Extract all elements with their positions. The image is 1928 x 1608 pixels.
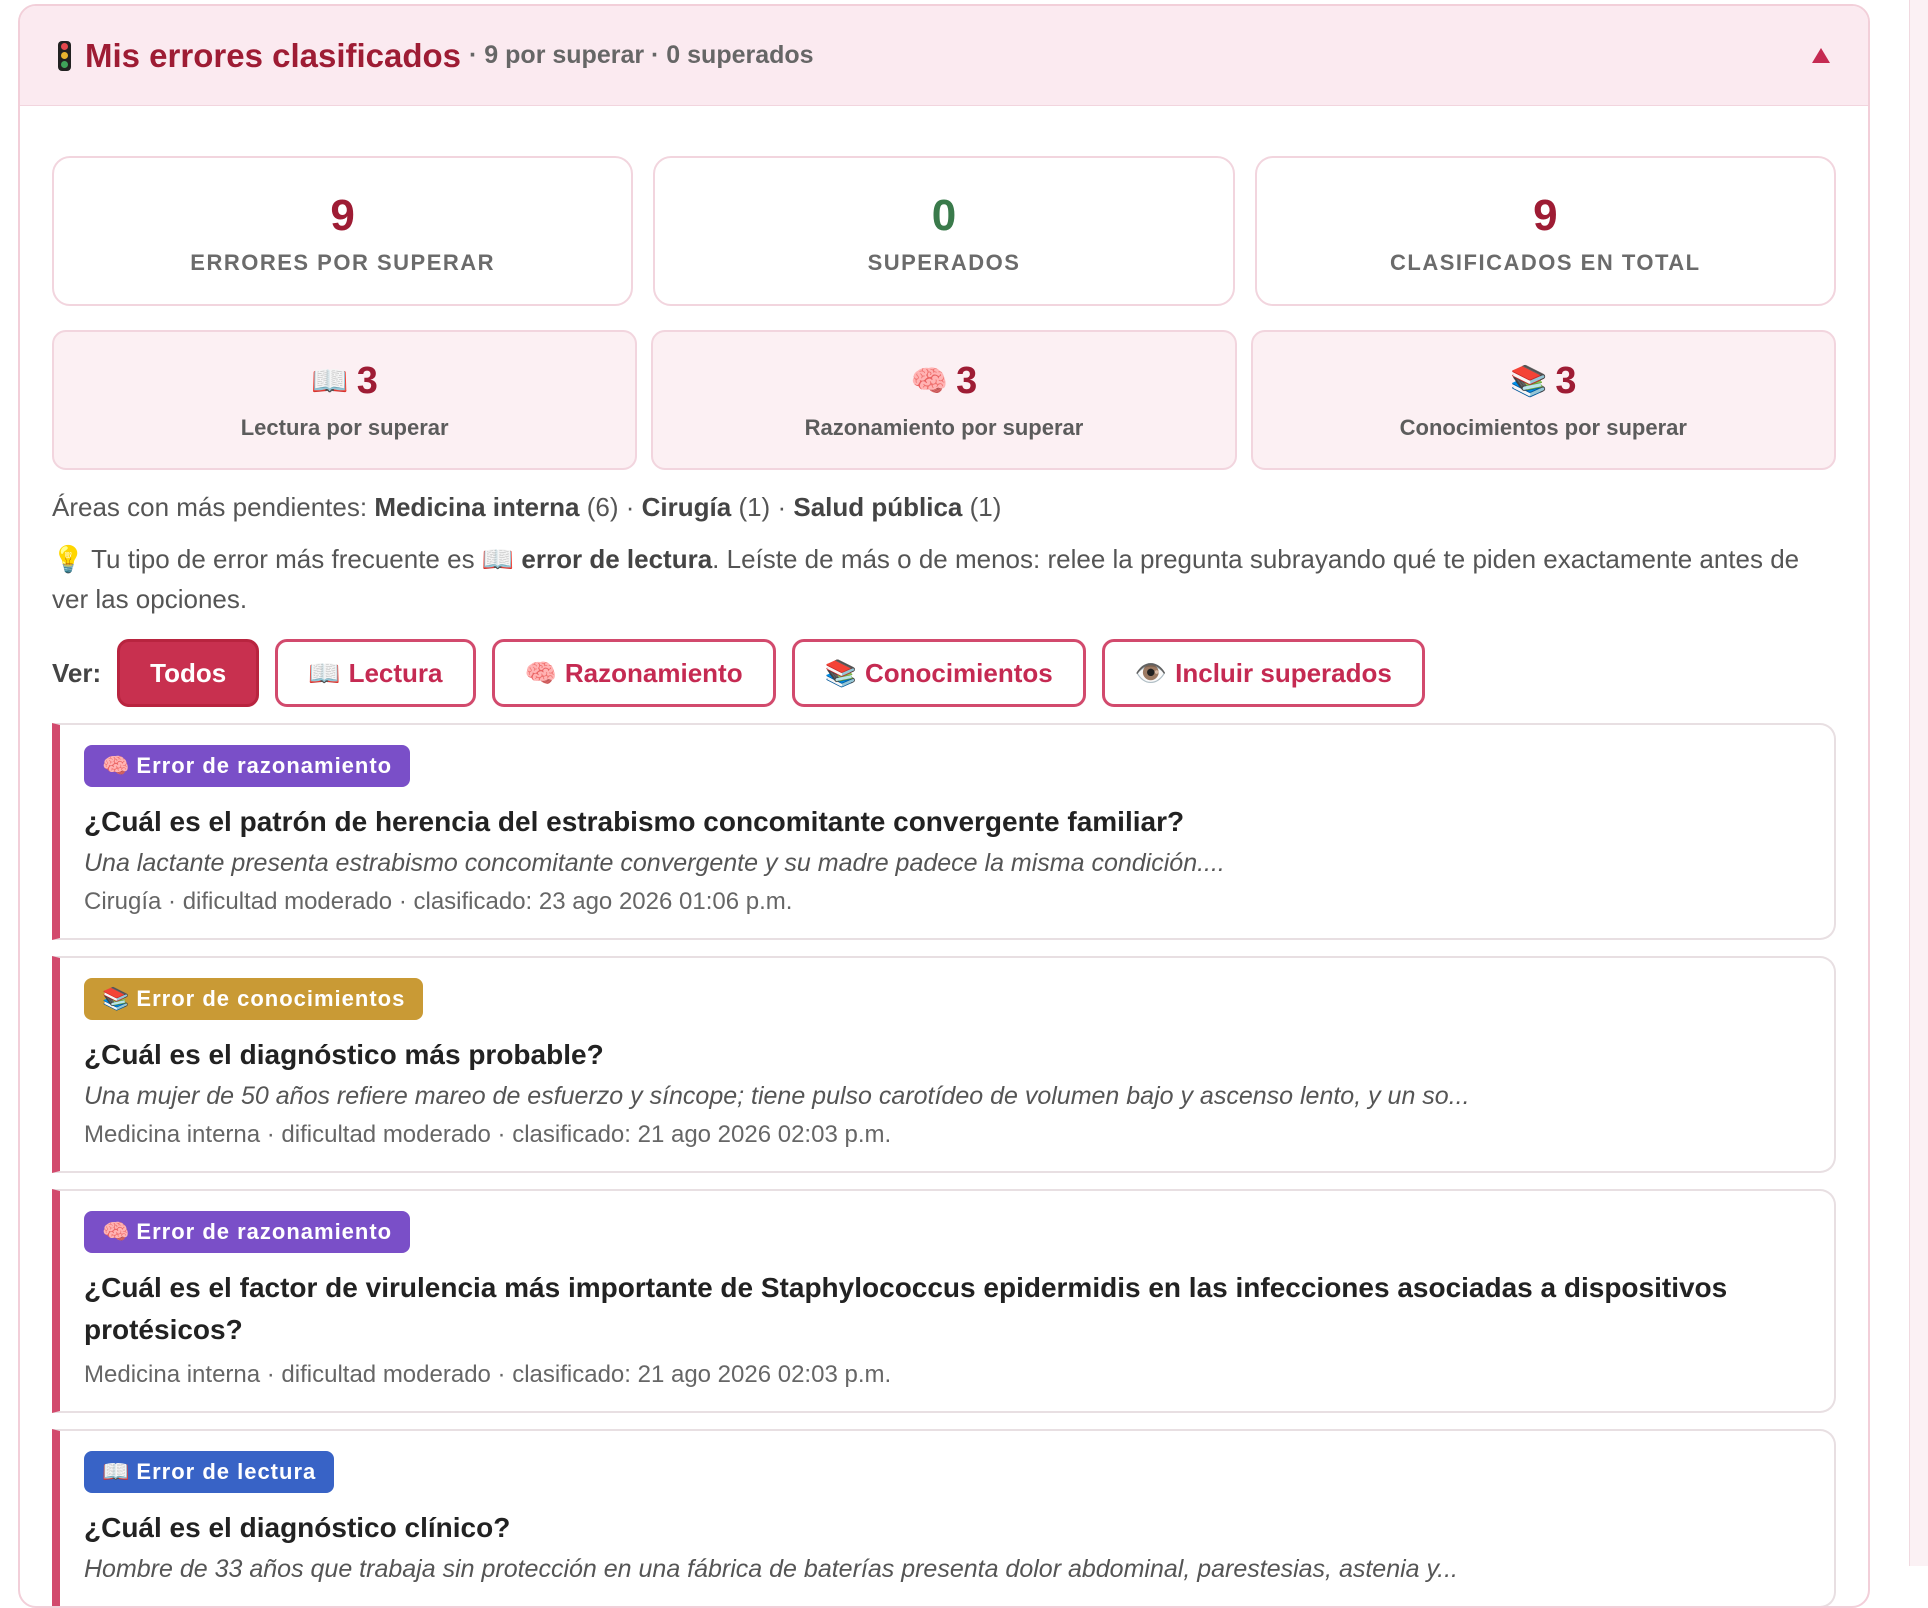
area-name: Cirugía	[641, 492, 732, 522]
question-excerpt: Una mujer de 50 años refiere mareo de es…	[84, 1082, 1470, 1110]
type-label: Conocimientos por superar	[1399, 414, 1687, 440]
types-row: 📖 3 Lectura por superar 🧠 3 Razonamiento…	[52, 330, 1836, 470]
brain-icon: 🧠	[524, 657, 557, 688]
error-type-badge: 🧠 Error de razonamiento	[84, 745, 411, 787]
tip-prefix: Tu tipo de error más frecuente es	[91, 544, 475, 574]
stat-card-passed: 0 SUPERADOS	[653, 156, 1235, 306]
error-item[interactable]: 📖 Error de lectura ¿Cuál es el diagnósti…	[52, 1429, 1836, 1606]
classified-errors-panel: Mis errores clasificados · 9 por superar…	[18, 4, 1870, 1608]
traffic-light-icon	[58, 40, 71, 71]
open-book-icon: 📖	[102, 1459, 131, 1484]
stat-label: CLASIFICADOS EN TOTAL	[1390, 250, 1701, 275]
area-name: Medicina interna	[374, 492, 580, 522]
stat-value: 9	[1533, 191, 1558, 240]
stat-label: ERRORES POR SUPERAR	[190, 250, 496, 275]
badge-label: Error de conocimientos	[136, 986, 406, 1011]
question-meta: Cirugía · dificultad moderado · clasific…	[84, 888, 793, 915]
side-scroll-strip	[1909, 0, 1928, 1566]
stat-value: 9	[330, 191, 355, 240]
filter-button-label: Lectura	[348, 657, 443, 688]
brain-icon: 🧠	[102, 1219, 131, 1244]
brain-icon: 🧠	[910, 364, 949, 398]
error-type-badge: 🧠 Error de razonamiento	[84, 1211, 411, 1253]
area-name: Salud pública	[793, 492, 963, 522]
badge-label: Error de lectura	[136, 1459, 317, 1484]
stats-row: 9 ERRORES POR SUPERAR 0 SUPERADOS 9 CLAS…	[52, 156, 1836, 306]
error-list: 🧠 Error de razonamiento ¿Cuál es el patr…	[52, 723, 1836, 1606]
panel-header[interactable]: Mis errores clasificados · 9 por superar…	[20, 6, 1868, 106]
type-label: Razonamiento por superar	[804, 414, 1084, 440]
question-excerpt: Una lactante presenta estrabismo concomi…	[84, 849, 1225, 877]
open-book-icon: 📖	[308, 657, 341, 688]
question-excerpt: Hombre de 33 años que trabaja sin protec…	[84, 1555, 1458, 1583]
books-icon: 📚	[102, 986, 131, 1011]
filter-razonamiento-button[interactable]: 🧠 Razonamiento	[491, 639, 776, 707]
area-count: (6)	[586, 492, 619, 522]
filter-button-label: Conocimientos	[864, 657, 1053, 688]
filter-conocimientos-button[interactable]: 📚 Conocimientos	[791, 639, 1086, 707]
filter-button-label: Incluir superados	[1175, 657, 1392, 688]
question-title[interactable]: ¿Cuál es el diagnóstico clínico?	[84, 1507, 1808, 1549]
question-meta: Medicina interna · dificultad moderado ·…	[84, 1361, 892, 1388]
tip-message: 💡 Tu tipo de error más frecuente es 📖 er…	[52, 539, 1836, 619]
badge-label: Error de razonamiento	[136, 753, 393, 778]
type-value: 3	[1555, 359, 1577, 402]
question-title[interactable]: ¿Cuál es el factor de virulencia más imp…	[84, 1267, 1808, 1351]
type-card-razonamiento: 🧠 3 Razonamiento por superar	[651, 330, 1237, 470]
areas-prefix: Áreas con más pendientes:	[52, 492, 368, 522]
error-item[interactable]: 🧠 Error de razonamiento ¿Cuál es el fact…	[52, 1189, 1836, 1413]
badge-label: Error de razonamiento	[136, 1219, 393, 1244]
stat-card-total: 9 CLASIFICADOS EN TOTAL	[1254, 156, 1836, 306]
tip-type: error de lectura	[521, 544, 713, 574]
type-label: Lectura por superar	[240, 414, 449, 440]
panel-title: Mis errores clasificados	[85, 36, 462, 74]
books-icon: 📚	[824, 657, 857, 688]
type-card-conocimientos: 📚 3 Conocimientos por superar	[1250, 330, 1836, 470]
stat-value: 0	[931, 191, 957, 240]
filter-lectura-button[interactable]: 📖 Lectura	[275, 639, 476, 707]
question-meta: Medicina interna · dificultad moderado ·…	[84, 1121, 892, 1148]
question-title[interactable]: ¿Cuál es el patrón de herencia del estra…	[84, 801, 1808, 843]
error-type-badge: 📚 Error de conocimientos	[84, 978, 424, 1020]
lightbulb-icon: 💡	[52, 544, 85, 574]
separator: ·	[625, 492, 635, 522]
areas-summary: Áreas con más pendientes: Medicina inter…	[52, 492, 1836, 523]
type-value: 3	[356, 359, 378, 402]
filter-button-label: Todos	[150, 657, 227, 688]
include-passed-button[interactable]: 👁️ Incluir superados	[1101, 639, 1425, 707]
filter-bar: Ver: Todos 📖 Lectura 🧠 Razonamiento 📚 Co…	[52, 639, 1836, 707]
open-book-icon: 📖	[311, 364, 349, 398]
filter-todos-button[interactable]: Todos	[117, 639, 260, 707]
area-count: (1)	[969, 492, 1002, 522]
stat-label: SUPERADOS	[867, 250, 1021, 275]
type-card-lectura: 📖 3 Lectura por superar	[52, 330, 638, 470]
error-type-badge: 📖 Error de lectura	[84, 1451, 335, 1493]
collapse-arrow-icon[interactable]	[1812, 48, 1830, 63]
error-item[interactable]: 🧠 Error de razonamiento ¿Cuál es el patr…	[52, 723, 1836, 940]
question-title[interactable]: ¿Cuál es el diagnóstico más probable?	[84, 1034, 1808, 1076]
filter-label: Ver:	[52, 657, 102, 688]
separator: ·	[777, 492, 787, 522]
open-book-icon: 📖	[481, 544, 515, 574]
area-count: (1)	[738, 492, 771, 522]
panel-subtitle: · 9 por superar · 0 superados	[469, 41, 814, 69]
filter-button-label: Razonamiento	[564, 657, 743, 688]
brain-icon: 🧠	[102, 753, 131, 778]
books-icon: 📚	[1510, 364, 1548, 398]
eye-icon: 👁️	[1134, 657, 1168, 688]
type-value: 3	[956, 359, 978, 402]
stat-card-pending: 9 ERRORES POR SUPERAR	[52, 156, 634, 306]
error-item[interactable]: 📚 Error de conocimientos ¿Cuál es el dia…	[52, 956, 1836, 1173]
